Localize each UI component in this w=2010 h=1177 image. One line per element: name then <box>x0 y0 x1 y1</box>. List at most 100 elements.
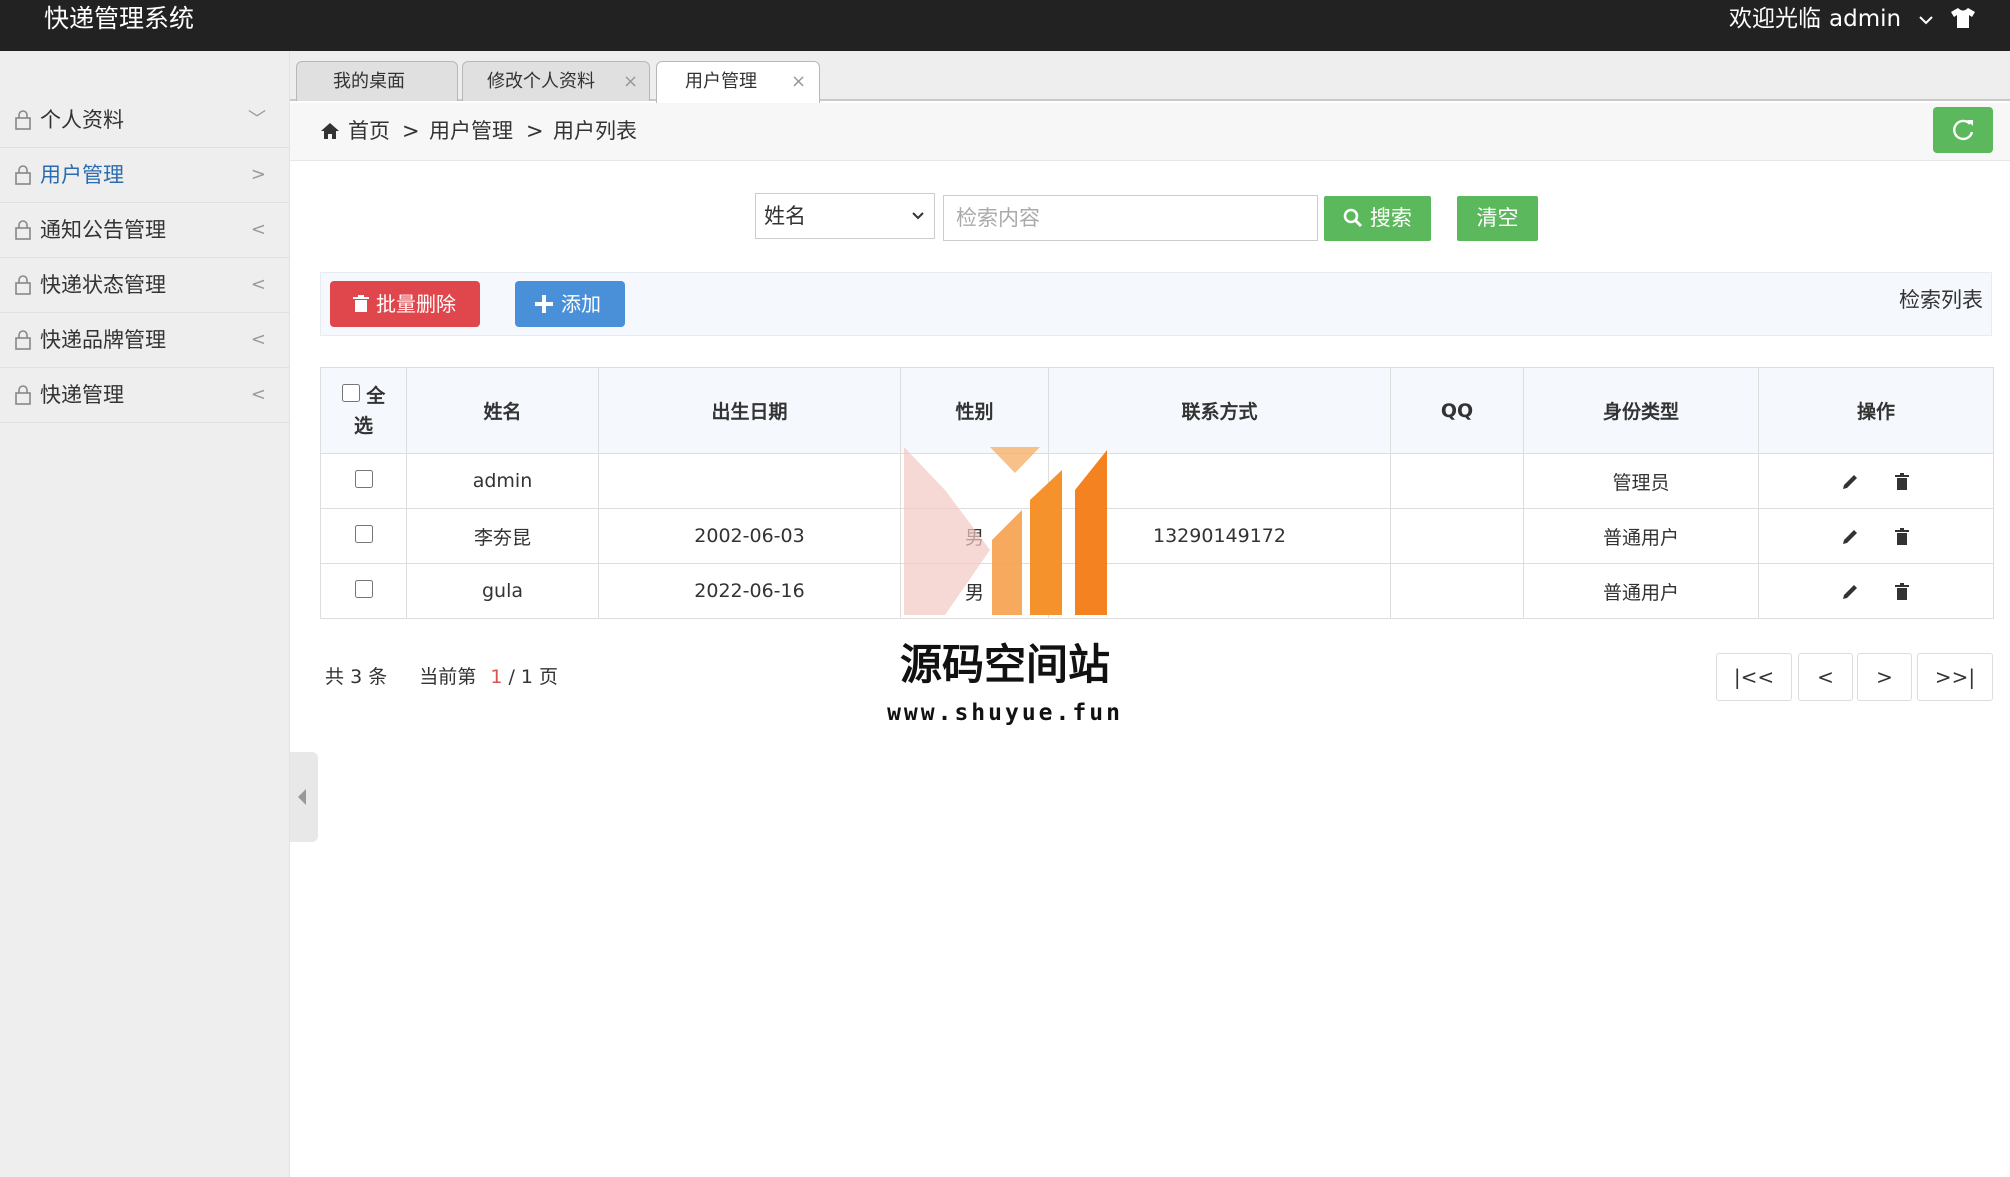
row-checkbox[interactable] <box>354 579 373 598</box>
search-input[interactable] <box>943 195 1318 241</box>
watermark-logo <box>904 447 1107 615</box>
add-button[interactable]: 添加 <box>515 281 625 327</box>
sidebar-item-delivery-status[interactable]: 快递状态管理 < <box>0 258 290 313</box>
first-page-button[interactable]: |<< <box>1716 653 1792 701</box>
select-all-checkbox[interactable] <box>341 383 360 402</box>
search-button[interactable]: 搜索 <box>1324 196 1431 241</box>
breadcrumb-separator: > <box>402 119 420 143</box>
watermark-title: 源码空间站 <box>899 640 1110 689</box>
sidebar-item-label: 通知公告管理 <box>40 218 166 242</box>
row-checkbox[interactable] <box>354 524 373 543</box>
cell-qq <box>1390 453 1524 509</box>
plus-icon <box>535 295 553 313</box>
tab-user-management[interactable]: 用户管理 × <box>656 61 820 103</box>
sidebar-item-deliveries[interactable]: 快递管理 < <box>0 368 290 423</box>
close-icon[interactable]: × <box>791 70 806 94</box>
row-select-cell <box>320 453 407 509</box>
lock-icon <box>15 275 31 295</box>
sidebar-item-profile[interactable]: 个人资料 ﹀ <box>0 93 290 148</box>
tshirt-icon[interactable] <box>1950 7 1976 29</box>
column-header: QQ <box>1390 367 1524 454</box>
add-label: 添加 <box>561 292 601 316</box>
clear-button[interactable]: 清空 <box>1457 196 1538 241</box>
user-table: 全 选 姓名 出生日期 性别 联系方式 QQ 身份类型 操作 admin 管理员 <box>320 367 1994 619</box>
close-icon[interactable]: × <box>623 70 638 94</box>
prev-page-button[interactable]: < <box>1798 653 1853 701</box>
cell-birth: 2002-06-03 <box>598 508 901 564</box>
app-title: 快递管理系统 <box>44 4 195 33</box>
column-header: 出生日期 <box>598 367 901 454</box>
batch-delete-button[interactable]: 批量删除 <box>330 281 480 327</box>
cell-qq <box>1390 563 1524 619</box>
table-header-row: 全 选 姓名 出生日期 性别 联系方式 QQ 身份类型 操作 <box>320 367 1994 454</box>
lock-icon <box>15 330 31 350</box>
search-list-label: 检索列表 <box>1899 288 1983 312</box>
search-icon <box>1343 208 1363 228</box>
table-row: gula 2022-06-16 男 普通用户 <box>320 563 1994 619</box>
trash-icon[interactable] <box>1892 472 1912 492</box>
cell-name: 李夯昆 <box>406 508 599 564</box>
sidebar-item-delivery-brands[interactable]: 快递品牌管理 < <box>0 313 290 368</box>
select-all-label-2: 选 <box>353 414 373 437</box>
cell-name: gula <box>406 563 599 619</box>
last-page-button[interactable]: >>| <box>1917 653 1993 701</box>
clear-button-label: 清空 <box>1476 206 1519 230</box>
search-field-value: 姓名 <box>764 204 806 228</box>
edit-icon[interactable] <box>1840 472 1860 492</box>
user-menu[interactable]: admin <box>1829 4 1934 34</box>
column-header: 姓名 <box>406 367 599 454</box>
cell-role: 普通用户 <box>1523 563 1759 619</box>
cell-role: 管理员 <box>1523 453 1759 509</box>
row-checkbox[interactable] <box>354 469 373 488</box>
refresh-button[interactable] <box>1933 107 1993 153</box>
column-header: 身份类型 <box>1523 367 1759 454</box>
chevron-left-icon: < <box>250 329 266 350</box>
home-icon <box>321 123 339 139</box>
sidebar-item-notices[interactable]: 通知公告管理 < <box>0 203 290 258</box>
table-toolbar: 批量删除 添加 检索列表 <box>320 272 1992 336</box>
edit-icon[interactable] <box>1840 582 1860 602</box>
column-header: 操作 <box>1758 367 1994 454</box>
cell-birth <box>598 453 901 509</box>
tab-label: 用户管理 <box>685 71 757 92</box>
cell-actions <box>1758 508 1994 564</box>
sidebar-collapse-handle[interactable] <box>290 752 318 842</box>
search-field-select[interactable]: 姓名 <box>755 193 935 239</box>
welcome-text: 欢迎光临 <box>1729 6 1821 32</box>
breadcrumb: 首页 > 用户管理 > 用户列表 <box>290 103 2010 161</box>
refresh-icon <box>1953 119 1974 141</box>
trash-icon[interactable] <box>1892 527 1912 547</box>
chevron-down-icon <box>912 212 924 220</box>
batch-delete-label: 批量删除 <box>376 292 456 316</box>
tab-label: 我的桌面 <box>333 71 405 92</box>
edit-icon[interactable] <box>1840 527 1860 547</box>
column-header: 性别 <box>900 367 1049 454</box>
search-button-label: 搜索 <box>1369 206 1412 230</box>
current-prefix: 当前第 <box>419 666 477 688</box>
tab-desktop[interactable]: 我的桌面 <box>296 61 458 101</box>
current-page: 1 <box>490 666 503 688</box>
breadcrumb-current: 用户列表 <box>553 119 637 143</box>
next-page-button[interactable]: > <box>1857 653 1912 701</box>
chevron-left-icon: < <box>250 219 266 240</box>
total-suffix: 条 <box>368 666 388 688</box>
breadcrumb-user-management[interactable]: 用户管理 <box>429 117 513 145</box>
row-select-cell <box>320 508 407 564</box>
cell-birth: 2022-06-16 <box>598 563 901 619</box>
breadcrumb-home[interactable]: 首页 <box>348 117 390 145</box>
table-row: 李夯昆 2002-06-03 男 13290149172 普通用户 <box>320 508 1994 564</box>
column-header: 联系方式 <box>1048 367 1391 454</box>
username: admin <box>1829 6 1902 32</box>
cell-qq <box>1390 508 1524 564</box>
cell-actions <box>1758 453 1994 509</box>
sidebar-item-users[interactable]: 用户管理 > <box>0 148 290 203</box>
table-row: admin 管理员 <box>320 453 1994 509</box>
tab-bar: 我的桌面 修改个人资料 × 用户管理 × <box>290 51 2010 103</box>
trash-icon[interactable] <box>1892 582 1912 602</box>
tab-edit-profile[interactable]: 修改个人资料 × <box>462 61 650 101</box>
chevron-left-icon: < <box>250 384 266 405</box>
breadcrumb-separator: > <box>526 119 544 143</box>
trash-icon <box>353 295 369 312</box>
lock-icon <box>15 110 31 130</box>
caret-left-icon <box>298 789 306 805</box>
